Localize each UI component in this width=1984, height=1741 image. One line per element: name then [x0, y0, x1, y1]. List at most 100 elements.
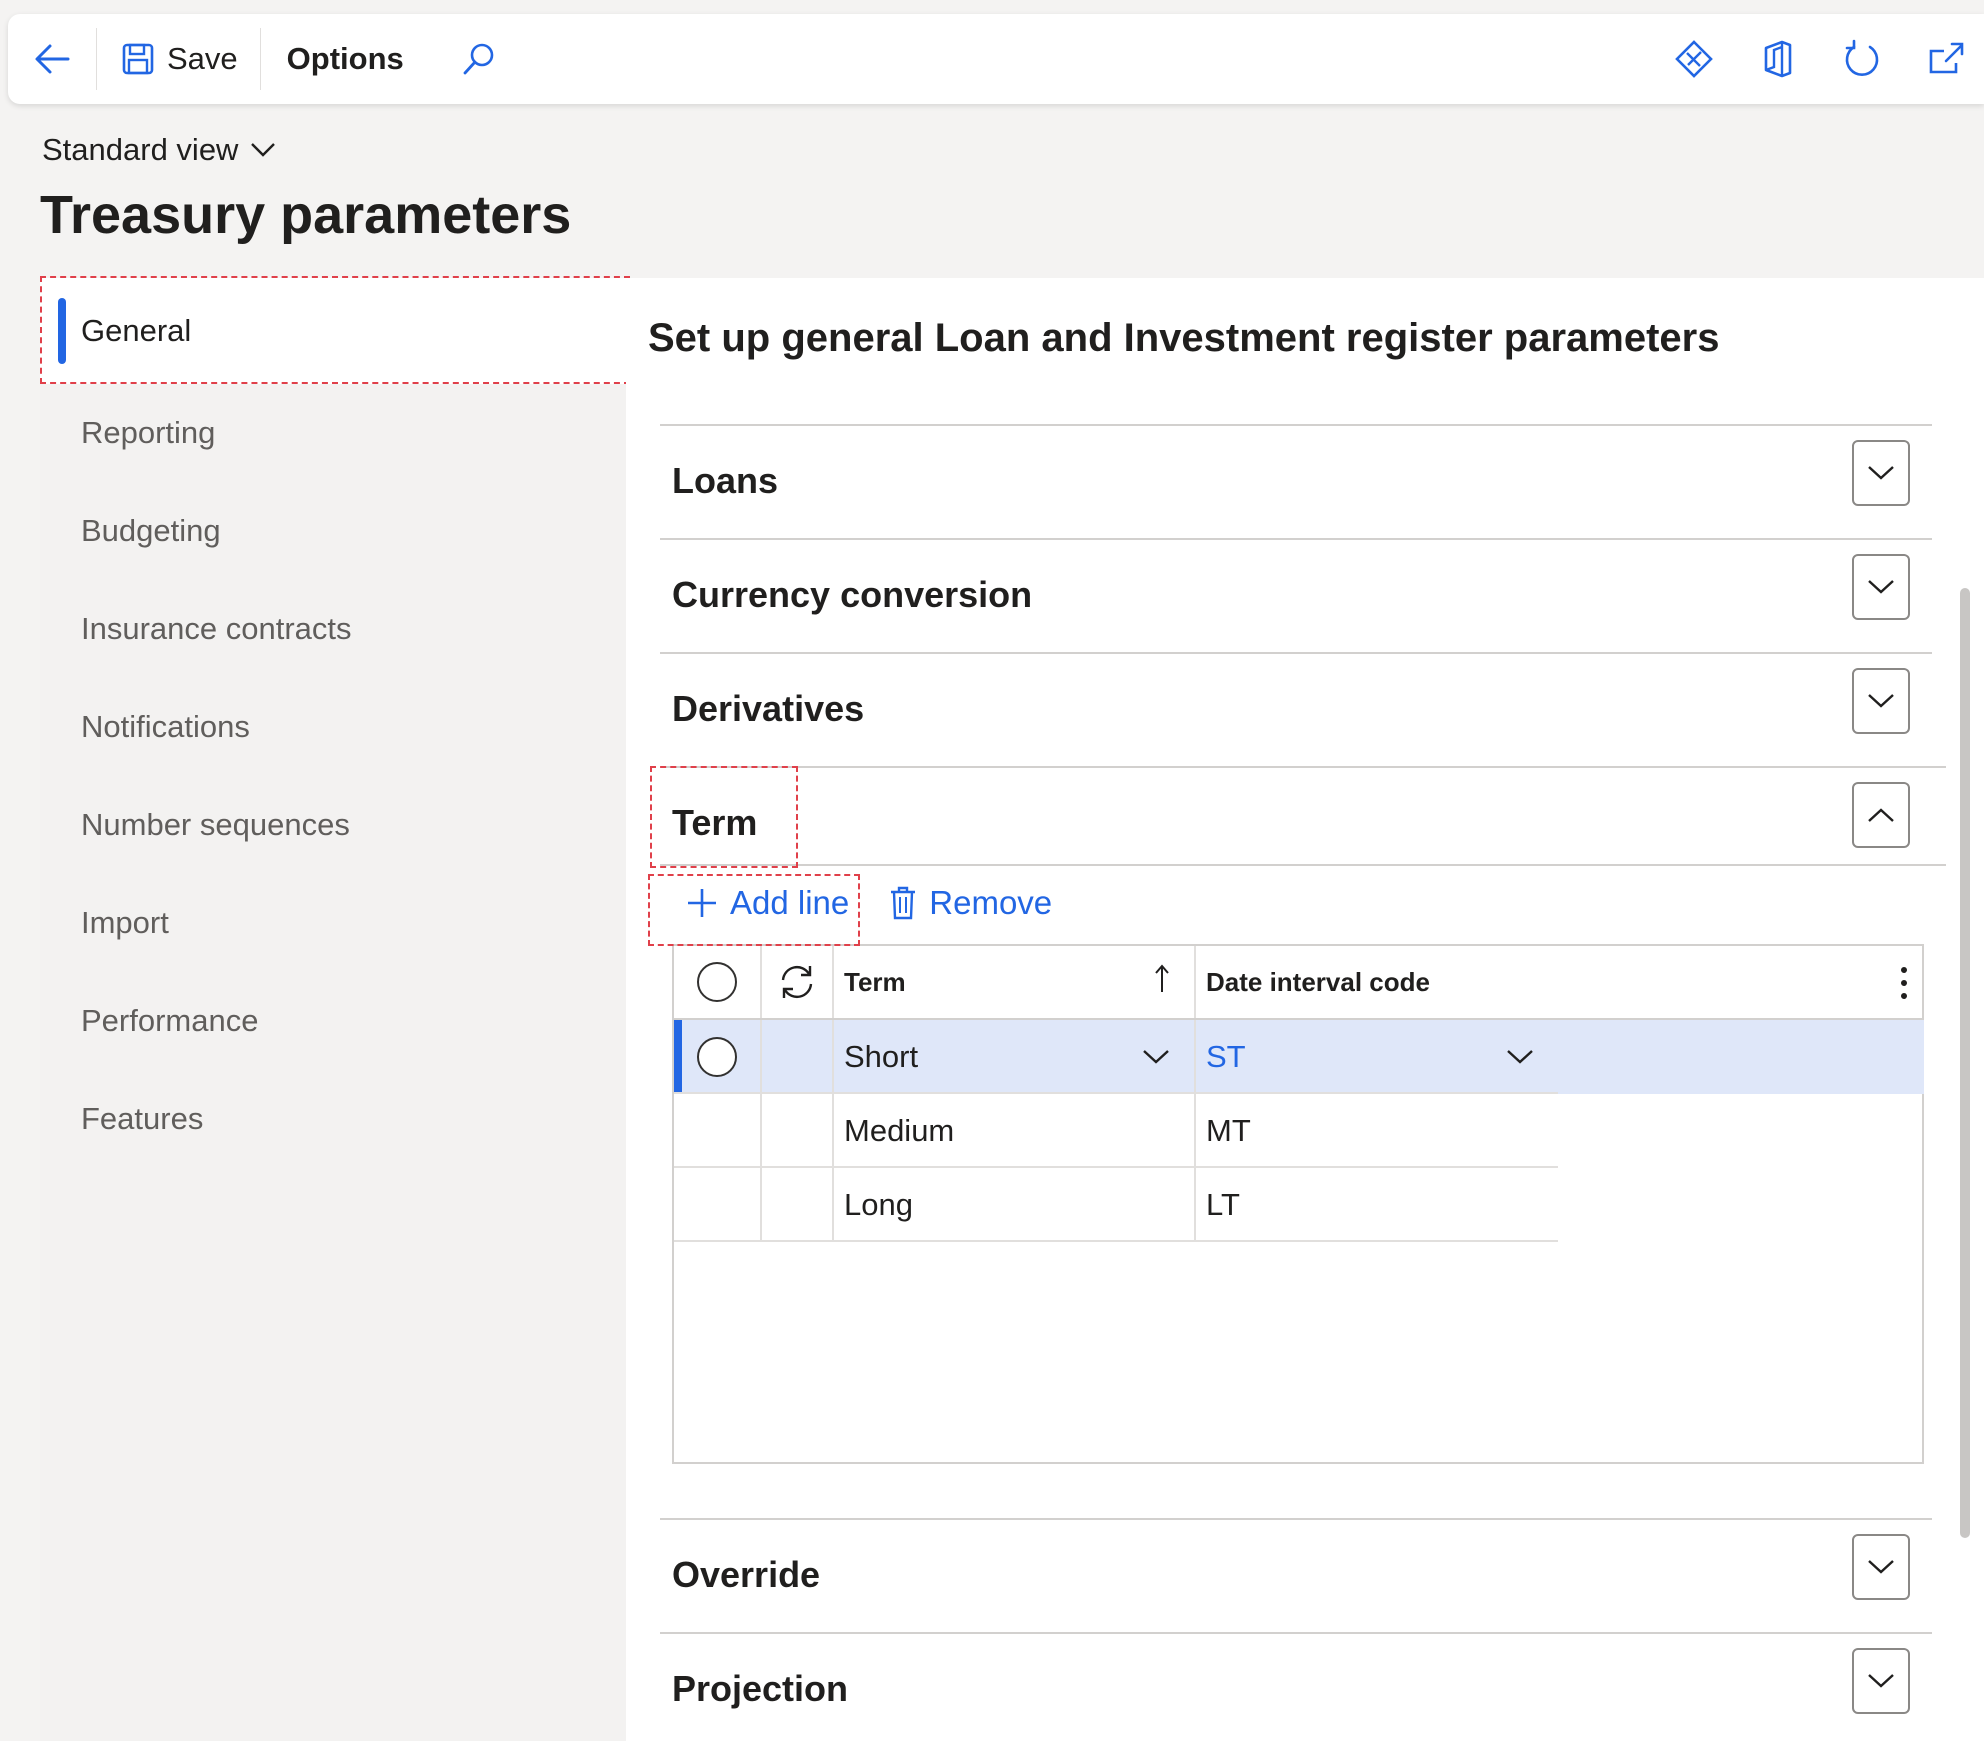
term-value: Long [844, 1187, 913, 1222]
nav-item-insurance-contracts[interactable]: Insurance contracts [40, 580, 626, 678]
row-filler [1558, 1020, 1924, 1094]
row-marker-cell [762, 1168, 834, 1242]
section-heading: Set up general Loan and Investment regis… [648, 316, 1720, 360]
nav-item-label: Number sequences [81, 807, 350, 842]
remove-label: Remove [929, 884, 1053, 921]
row-divider [674, 1166, 1558, 1168]
grid-header-row: Term Date interval code [674, 946, 1924, 1020]
term-value: Medium [844, 1113, 955, 1148]
term-cell[interactable]: Long [834, 1168, 1196, 1242]
fasttab-loans[interactable]: Loans [660, 424, 1932, 538]
office-icon [1764, 40, 1792, 78]
nav-item-label: Reporting [81, 415, 216, 450]
office-button[interactable] [1758, 39, 1798, 79]
fasttab-derivatives[interactable]: Derivatives [660, 652, 1932, 766]
select-all-cell [674, 946, 762, 1018]
diamond-icon [1675, 40, 1713, 78]
fasttab-currency-conversion[interactable]: Currency conversion [660, 538, 1932, 652]
nav-item-general[interactable]: General [40, 278, 626, 384]
row-select-cell[interactable] [674, 1094, 762, 1168]
nav-item-label: Features [81, 1101, 204, 1136]
nav-item-performance[interactable]: Performance [40, 972, 626, 1070]
term-cell[interactable]: Medium [834, 1094, 1196, 1168]
back-button[interactable] [8, 14, 96, 104]
left-nav: General Reporting Budgeting Insurance co… [40, 278, 626, 1741]
date-interval-code-cell[interactable]: ST [1196, 1020, 1558, 1094]
chevron-down-icon [1868, 1560, 1894, 1574]
add-line-button[interactable]: Add line [686, 884, 849, 922]
row-marker-cell [762, 1094, 834, 1168]
vertical-scrollbar[interactable] [1960, 588, 1970, 1538]
row-select-cell [674, 1020, 762, 1094]
nav-item-label: Notifications [81, 709, 250, 744]
table-row[interactable]: Medium MT [674, 1094, 1924, 1168]
fasttab-title: Derivatives [672, 688, 865, 729]
save-icon [122, 43, 154, 75]
chevron-down-icon [1868, 580, 1894, 594]
search-button[interactable] [430, 14, 518, 104]
search-icon [463, 43, 494, 75]
expand-button[interactable] [1852, 1534, 1910, 1600]
term-value: Short [844, 1039, 919, 1074]
nav-item-label: Budgeting [81, 513, 221, 548]
row-marker-cell [762, 1020, 834, 1094]
nav-item-label: Insurance contracts [81, 611, 352, 646]
popout-button[interactable] [1926, 39, 1966, 79]
nav-item-budgeting[interactable]: Budgeting [40, 482, 626, 580]
table-row[interactable]: Long LT [674, 1168, 1924, 1242]
fasttab-title: Projection [672, 1668, 849, 1709]
options-button[interactable]: Options [261, 14, 430, 104]
chevron-down-icon [1868, 694, 1894, 708]
select-all-radio[interactable] [697, 962, 737, 1002]
fasttab-projection[interactable]: Projection [660, 1632, 1932, 1741]
nav-item-notifications[interactable]: Notifications [40, 678, 626, 776]
expand-button[interactable] [1852, 440, 1910, 506]
more-options-icon[interactable] [1900, 966, 1908, 1000]
refresh-button[interactable] [1842, 39, 1882, 79]
expand-button[interactable] [1852, 554, 1910, 620]
trash-icon [891, 886, 916, 920]
diamond-button[interactable] [1674, 39, 1714, 79]
table-row[interactable]: Short ST [674, 1020, 1924, 1094]
row-filler [1558, 1168, 1924, 1242]
expand-button[interactable] [1852, 668, 1910, 734]
add-line-label: Add line [730, 884, 850, 921]
collapse-button[interactable] [1852, 782, 1910, 848]
view-selector[interactable]: Standard view [42, 132, 276, 168]
column-header-label: Date interval code [1206, 966, 1430, 997]
fasttab-override[interactable]: Override [660, 1518, 1932, 1632]
sync-icon[interactable] [777, 962, 817, 1002]
remove-button[interactable]: Remove [889, 884, 1052, 922]
row-filler [1558, 1094, 1924, 1168]
nav-item-features[interactable]: Features [40, 1070, 626, 1168]
fasttab-term[interactable]: Term [660, 766, 1946, 866]
term-grid-toolbar: Add line Remove [686, 884, 1052, 922]
date-interval-code-cell[interactable]: LT [1196, 1168, 1558, 1242]
chevron-down-icon [1868, 1674, 1894, 1688]
save-button[interactable]: Save [97, 14, 260, 104]
row-divider [674, 1092, 1558, 1094]
column-header-date-interval-code[interactable]: Date interval code [1196, 946, 1558, 1018]
column-header-term[interactable]: Term [834, 946, 1196, 1018]
chevron-down-icon[interactable] [1142, 1049, 1170, 1065]
row-select-radio[interactable] [697, 1037, 737, 1077]
save-label: Save [167, 41, 238, 76]
chevron-down-icon [251, 143, 276, 157]
date-interval-code-cell[interactable]: MT [1196, 1094, 1558, 1168]
expand-button[interactable] [1852, 1648, 1910, 1714]
nav-item-number-sequences[interactable]: Number sequences [40, 776, 626, 874]
row-select-cell[interactable] [674, 1168, 762, 1242]
nav-item-reporting[interactable]: Reporting [40, 384, 626, 482]
date-interval-code-value: MT [1206, 1113, 1251, 1148]
active-indicator [58, 298, 66, 364]
command-bar-right [1674, 39, 1984, 79]
column-header-label: Term [844, 966, 906, 997]
chevron-down-icon [1868, 466, 1894, 480]
term-cell[interactable]: Short [834, 1020, 1196, 1094]
fasttab-title: Loans [672, 460, 779, 501]
popout-icon [1929, 42, 1964, 74]
nav-item-import[interactable]: Import [40, 874, 626, 972]
row-divider [674, 1240, 1558, 1242]
main-content: Set up general Loan and Investment regis… [626, 278, 1984, 1741]
chevron-down-icon[interactable] [1506, 1049, 1534, 1065]
